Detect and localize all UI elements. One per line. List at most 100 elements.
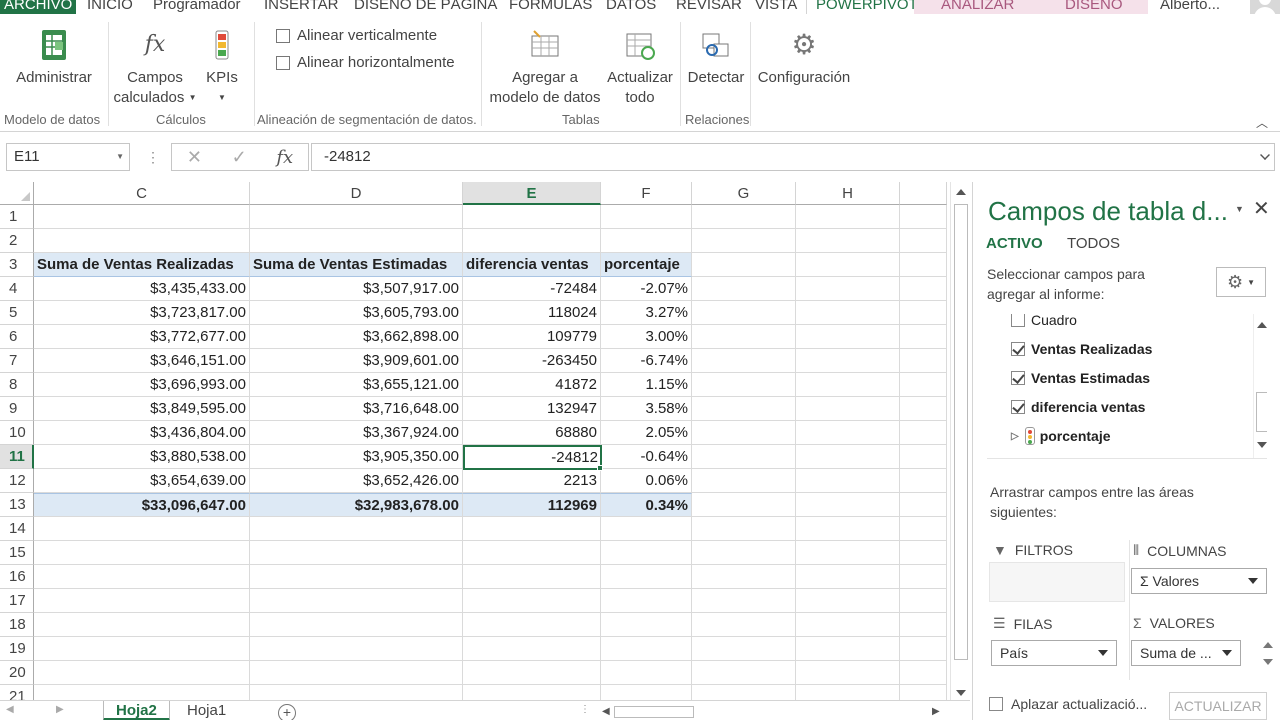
scroll-down-icon[interactable] (956, 690, 966, 696)
table-cell[interactable] (34, 661, 250, 685)
grand-total-cell[interactable]: $33,096,647.00 (34, 493, 250, 517)
table-cell[interactable] (692, 421, 796, 445)
row-header-7[interactable]: 7 (0, 349, 34, 373)
sheet-prev-icon[interactable]: ◀ (6, 704, 14, 715)
row-header-3[interactable]: 3 (0, 253, 34, 277)
field-list-scrollbar[interactable] (1253, 314, 1267, 458)
table-cell[interactable] (692, 685, 796, 700)
table-cell[interactable]: 132947 (463, 397, 601, 421)
table-cell[interactable] (250, 637, 463, 661)
scroll-thumb[interactable] (954, 204, 968, 660)
table-cell[interactable] (796, 613, 900, 637)
tab-inicio[interactable]: INICIO (87, 0, 133, 14)
table-cell[interactable] (601, 517, 692, 541)
scroll-up-icon[interactable] (1263, 642, 1273, 648)
select-all-button[interactable] (0, 182, 34, 205)
table-cell[interactable] (796, 325, 900, 349)
table-cell[interactable]: $3,696,993.00 (34, 373, 250, 397)
table-cell[interactable] (796, 349, 900, 373)
row-header-9[interactable]: 9 (0, 397, 34, 421)
collapse-ribbon-icon[interactable]: ︿ (1256, 114, 1268, 131)
table-header-cell[interactable]: diferencia ventas (463, 253, 601, 277)
field-diferencia-ventas[interactable]: diferencia ventas (1011, 395, 1145, 419)
table-cell[interactable]: 3.58% (601, 397, 692, 421)
table-cell[interactable] (34, 589, 250, 613)
table-cell[interactable]: 68880 (463, 421, 601, 445)
table-cell[interactable] (463, 205, 601, 229)
chevron-down-icon[interactable] (1248, 578, 1258, 584)
table-cell[interactable] (900, 517, 947, 541)
grand-total-cell[interactable]: 0.34% (601, 493, 692, 517)
table-cell[interactable] (34, 637, 250, 661)
insert-function-button[interactable]: fx (276, 147, 293, 168)
tab-activo[interactable]: ACTIVO (986, 235, 1043, 252)
table-cell[interactable]: -0.64% (601, 445, 692, 469)
filtros-area[interactable] (989, 562, 1125, 602)
row-header-17[interactable]: 17 (0, 589, 34, 613)
table-cell[interactable]: $3,367,924.00 (250, 421, 463, 445)
cancel-icon[interactable]: ✕ (187, 147, 202, 168)
table-cell[interactable] (796, 685, 900, 700)
table-cell[interactable] (34, 541, 250, 565)
table-cell[interactable] (34, 229, 250, 253)
table-cell[interactable] (250, 205, 463, 229)
table-cell[interactable] (692, 661, 796, 685)
table-cell[interactable] (601, 541, 692, 565)
table-header-cell[interactable]: Suma de Ventas Estimadas (250, 253, 463, 277)
spreadsheet-grid[interactable]: C D E F G H 1 2 3 4 5 6 7 8 9 10 11 12 13 14 15 16 17 18 19 20 21 S… (0, 182, 947, 700)
table-cell[interactable] (250, 565, 463, 589)
defer-update-row[interactable]: Aplazar actualizació... (989, 696, 1147, 712)
alinear-horizontal-button[interactable]: Alinear horizontalmente (276, 54, 455, 71)
table-cell[interactable] (34, 205, 250, 229)
table-cell[interactable] (692, 325, 796, 349)
table-cell[interactable]: 118024 (463, 301, 601, 325)
table-cell[interactable]: $3,723,817.00 (34, 301, 250, 325)
row-header-6[interactable]: 6 (0, 325, 34, 349)
actualizar-todo-button[interactable]: Actualizar todo (604, 28, 676, 108)
formula-input[interactable]: -24812 (311, 143, 1275, 171)
table-cell[interactable] (796, 541, 900, 565)
field-list-scroll-thumb[interactable] (1256, 392, 1267, 432)
table-cell[interactable] (900, 325, 947, 349)
close-icon[interactable]: ✕ (1253, 196, 1270, 221)
tab-diseno[interactable]: DISEÑO (1036, 0, 1148, 14)
table-cell[interactable] (900, 685, 947, 700)
row-header-1[interactable]: 1 (0, 205, 34, 229)
filas-field-pais[interactable]: País (991, 640, 1117, 666)
table-cell[interactable] (900, 349, 947, 373)
expand-formula-icon[interactable] (1260, 150, 1270, 160)
table-cell[interactable] (796, 589, 900, 613)
table-cell[interactable] (463, 541, 601, 565)
alinear-vertical-button[interactable]: Alinear verticalmente (276, 27, 437, 44)
table-cell[interactable] (250, 517, 463, 541)
table-cell[interactable] (796, 253, 900, 277)
scroll-left-icon[interactable]: ◀ (602, 706, 610, 717)
update-button[interactable]: ACTUALIZAR (1169, 692, 1267, 720)
row-header-18[interactable]: 18 (0, 613, 34, 637)
table-cell[interactable]: -263450 (463, 349, 601, 373)
enter-icon[interactable]: ✓ (232, 147, 247, 168)
table-cell[interactable] (796, 397, 900, 421)
table-cell[interactable] (692, 541, 796, 565)
column-header-e[interactable]: E (463, 182, 601, 205)
tab-vista[interactable]: VISTA (755, 0, 797, 14)
row-header-13[interactable]: 13 (0, 493, 34, 517)
table-cell[interactable] (601, 565, 692, 589)
table-cell[interactable] (796, 301, 900, 325)
table-cell[interactable] (692, 493, 796, 517)
table-cell[interactable] (900, 613, 947, 637)
field-cuadro[interactable]: Cuadro (1011, 314, 1077, 332)
table-cell[interactable]: $3,436,804.00 (34, 421, 250, 445)
table-cell[interactable] (601, 229, 692, 253)
detectar-button[interactable]: Detectar (684, 28, 748, 88)
table-cell[interactable]: $3,655,121.00 (250, 373, 463, 397)
table-cell[interactable] (692, 589, 796, 613)
checkbox-checked[interactable] (1011, 342, 1025, 356)
table-cell[interactable] (900, 589, 947, 613)
pane-options-icon[interactable]: ▼ (1235, 204, 1244, 214)
table-cell[interactable] (900, 277, 947, 301)
scroll-up-icon[interactable] (956, 189, 966, 195)
table-cell[interactable] (34, 613, 250, 637)
table-cell[interactable] (796, 229, 900, 253)
row-header-16[interactable]: 16 (0, 565, 34, 589)
